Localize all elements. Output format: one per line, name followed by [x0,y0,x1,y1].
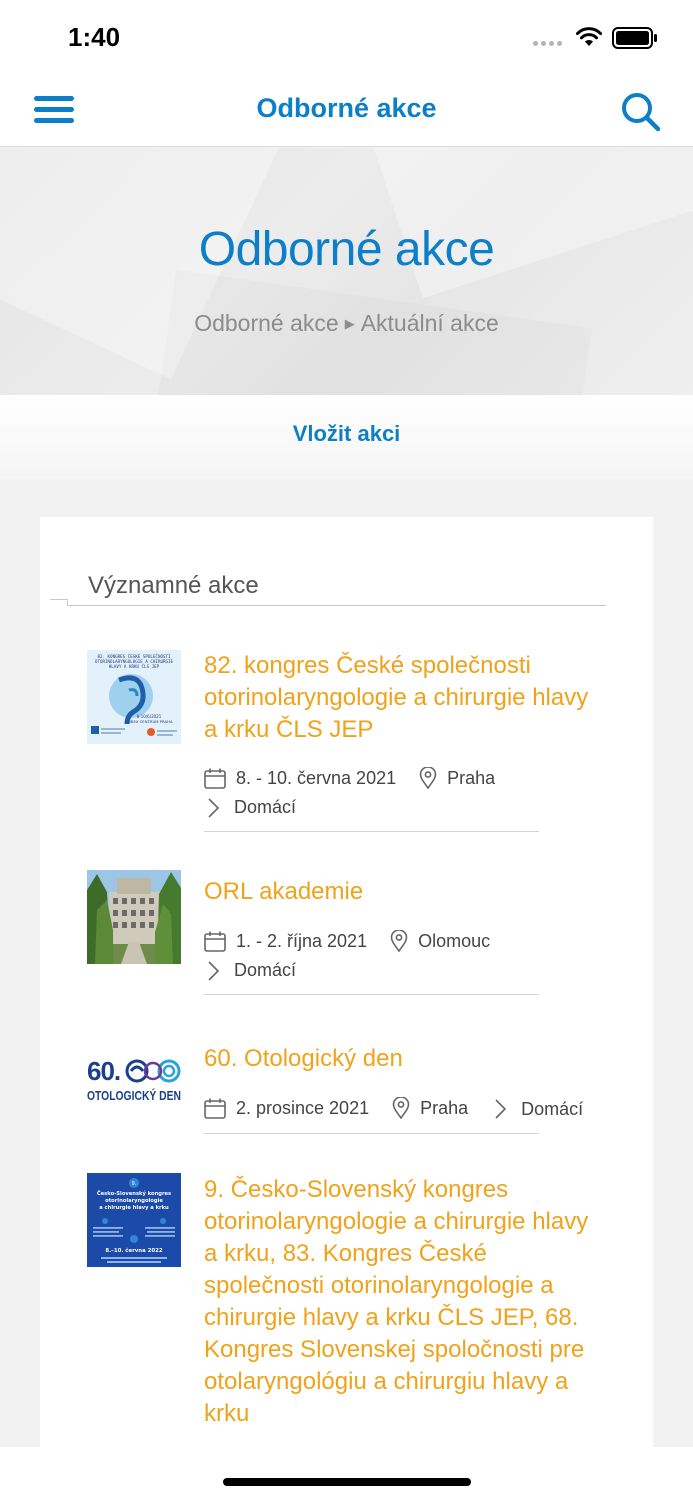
insert-event-button[interactable]: Vložit akci [0,421,693,447]
congress-2022-poster-image: 9. Česko-Slovenský kongres otorinolaryng… [87,1173,181,1267]
search-icon[interactable] [620,91,662,133]
event-item[interactable]: 9. Česko-Slovenský kongres otorinolaryng… [87,1173,607,1447]
event-divider [204,1133,539,1134]
event-title[interactable]: ORL akademie [204,876,604,908]
page-header: Odborné akce Odborné akce ▶ Aktuální akce [0,148,693,395]
event-title[interactable]: 60. Otologický den [204,1043,604,1075]
location-pin-icon [390,930,408,952]
event-divider [204,831,539,832]
event-thumbnail[interactable] [87,870,181,964]
event-category-text: Domácí [234,960,297,980]
congress-poster-image: 82. KONGRES ČESKÉ SPOLEČNOSTI OTORINOLAR… [87,650,181,744]
breadcrumb-item-odborne-akce[interactable]: Odborné akce [194,310,338,336]
breadcrumb-item-aktualni-akce[interactable]: Aktuální akce [361,310,499,336]
event-category: Domácí [204,797,296,818]
location-pin-icon [392,1097,410,1119]
event-date: 8. - 10. června 2021 [204,768,396,789]
event-divider [204,994,539,995]
building-photo-image [87,870,181,964]
bottom-safe-area [0,1447,693,1500]
svg-text:HLAVY A KRKU ČLS JEP: HLAVY A KRKU ČLS JEP [109,664,160,669]
event-place: Praha [419,767,495,789]
home-indicator[interactable] [223,1478,471,1486]
event-place-text: Praha [420,1097,469,1118]
event-date-text: 2. prosince 2021 [236,1098,370,1118]
wifi-icon [576,27,602,46]
calendar-icon [204,768,226,789]
event-place: Praha [392,1097,468,1119]
chevron-right-icon [208,797,220,818]
event-item[interactable]: 60. OTOLOGICKÝ DEN 60. Otologický den 2.… [87,1037,607,1137]
event-place: Olomouc [390,930,490,952]
calendar-icon [204,1098,226,1119]
battery-icon [612,27,657,49]
nav-title: Odborné akce [256,93,437,123]
chevron-right-icon [208,960,220,981]
event-category: Domácí [491,1099,583,1120]
event-date-text: 8. - 10. června 2021 [236,768,397,788]
location-pin-icon [419,767,437,789]
status-bar: 1:40 [0,0,693,75]
event-item[interactable]: 82. KONGRES ČESKÉ SPOLEČNOSTI OTORINOLAR… [87,650,607,835]
event-date: 2. prosince 2021 [204,1098,369,1119]
event-category-text: Domácí [234,797,297,817]
event-title[interactable]: 82. kongres České společnosti otorinolar… [204,650,604,746]
event-place-text: Olomouc [418,930,491,951]
svg-text:60.: 60. [87,1056,120,1086]
status-time: 1:40 [68,22,121,52]
svg-text:otorinolaryngologie: otorinolaryngologie [105,1198,163,1204]
events-card: Významné akce 82. KONGRES ČESKÉ SPOLEČNO… [40,517,653,1447]
event-date: 1. - 2. října 2021 [204,931,367,952]
insert-event-bar: Vložit akci [0,395,693,479]
calendar-icon [204,931,226,952]
event-thumbnail[interactable]: 9. Česko-Slovenský kongres otorinolaryng… [87,1173,181,1267]
event-thumbnail[interactable]: 82. KONGRES ČESKÉ SPOLEČNOSTI OTORINOLAR… [87,650,181,744]
event-item[interactable]: ORL akademie 1. - 2. října 2021 Olomouc … [87,870,607,998]
svg-text:8.–10. června 2022: 8.–10. června 2022 [105,1247,163,1254]
cellular-signal-icon [533,41,562,46]
otologicky-den-logo-image: 60. OTOLOGICKÝ DEN [87,1037,181,1131]
svg-text:OTOLOGICKÝ DEN: OTOLOGICKÝ DEN [87,1088,181,1103]
section-divider [68,605,606,606]
svg-text:Česko-Slovenský kongres: Česko-Slovenský kongres [97,1190,171,1197]
event-place-text: Praha [447,767,496,788]
breadcrumb-separator-icon: ▶ [344,316,355,331]
section-divider-tick [50,599,68,606]
svg-text:CUBEX CENTRUM PRAHA: CUBEX CENTRUM PRAHA [125,719,173,724]
breadcrumb: Odborné akce ▶ Aktuální akce [0,310,693,337]
page-title: Odborné akce [198,223,495,276]
navigation-bar: Odborné akce [0,75,693,147]
svg-text:9.: 9. [132,1181,137,1187]
event-title[interactable]: 9. Česko-Slovenský kongres otorinolaryng… [204,1174,604,1430]
section-title: Významné akce [88,572,259,599]
chevron-right-icon [495,1099,507,1119]
event-thumbnail[interactable]: 60. OTOLOGICKÝ DEN [87,1037,181,1131]
event-date-text: 1. - 2. října 2021 [236,931,368,951]
svg-text:a chirurgie hlavy a krku: a chirurgie hlavy a krku [99,1205,169,1211]
event-category: Domácí [204,960,296,981]
event-category-text: Domácí [521,1098,584,1119]
